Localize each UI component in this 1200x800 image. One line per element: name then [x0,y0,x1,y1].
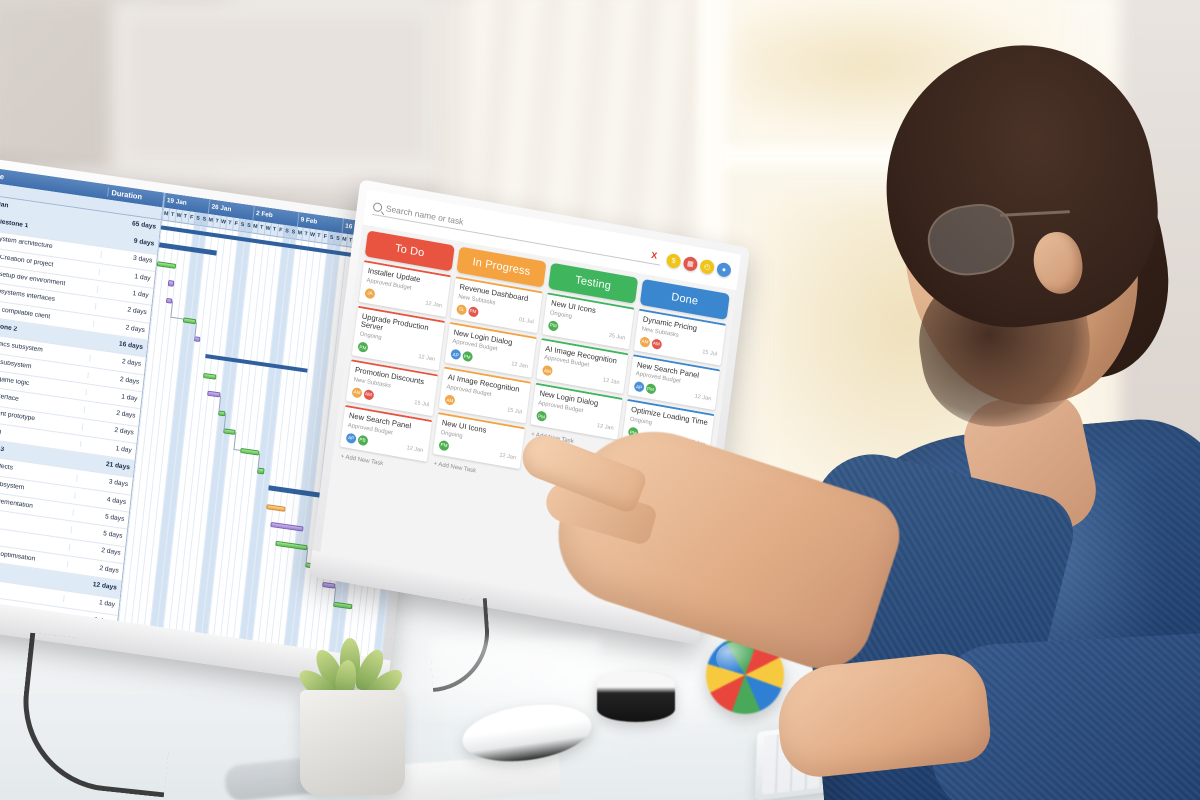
kanban-card-date: 25 Jun [608,332,626,342]
gantt-row-duration: 65 days [104,217,161,232]
avatar[interactable]: AM [639,335,651,348]
avatar[interactable]: PB [356,434,369,446]
avatar[interactable]: PM [438,439,450,452]
coin-icon[interactable]: $ [665,252,682,270]
kanban-card-date: 12 Jan [417,354,436,363]
avatar[interactable]: AM [541,365,554,377]
search-icon [372,201,383,212]
avatar[interactable]: JA [364,287,376,300]
gantt-row-duration: 21 days [77,457,135,473]
calendar-icon[interactable]: ▦ [682,255,699,273]
avatar-group: PM [547,319,559,332]
avatar[interactable]: AM [444,394,456,406]
gantt-row-duration: 2 days [68,543,125,559]
gantt-row-duration: 1 day [79,440,136,456]
kanban-card-date: 12 Jan [424,300,443,309]
avatar[interactable]: PM [357,341,369,354]
kanban-card-date: 15 Jul [701,348,718,358]
gantt-row-duration: 2 days [87,371,144,387]
kanban-card-date: 12 Jan [498,452,517,462]
gantt-row-duration: 1 day [98,268,155,284]
avatar[interactable]: AM [362,388,374,401]
kanban-card-date: 12 Jan [406,444,424,454]
avatar-group: PM [357,341,369,354]
kanban-card-date: 12 Jan [602,377,620,387]
gantt-row-duration: 5 days [72,509,129,525]
avatar-group: JA [364,287,376,300]
coffee-cup [597,672,675,722]
avatar-group: AM AM [639,335,662,350]
gantt-row-duration: 5 days [70,526,127,542]
gantt-row-duration: 1 day [62,595,120,610]
avatar-group: AP PM [633,381,657,395]
avatar[interactable]: PM [461,350,473,363]
avatar[interactable]: SL [456,303,468,316]
gantt-row-duration: 12 days [64,578,122,593]
plant-pot [300,690,405,795]
toolbar-icon-group: $ ▦ ◴ ● [660,252,732,278]
avatar-group: AM AM [351,386,374,401]
kanban-card-date: 01 Jul [518,316,534,326]
gantt-row-duration: 1 day [85,389,142,404]
kanban-card-date: 15 Jul [506,407,523,416]
gantt-row-duration: 2 days [94,303,151,318]
user-icon[interactable]: ● [716,261,732,278]
gantt-row-duration: 2 days [81,423,138,439]
avatar[interactable]: AP [450,348,462,361]
avatar-group: PM [535,410,548,423]
office-scene: Name Duration Plan65 days1Milestone 19 d… [0,0,1200,800]
kanban-card-date: 15 Jul [413,399,430,409]
avatar-group: SL PM [456,303,479,318]
kanban-card[interactable]: Upgrade Production Server Ongoing PM 12 Jan [351,305,446,371]
avatar[interactable]: PM [644,383,657,395]
avatar-group: AP PB [345,432,369,446]
gantt-row-duration: 3 days [100,251,157,267]
gantt-bar[interactable] [167,280,175,287]
gantt-row-duration: 2 days [92,320,150,335]
gantt-dependency-link [170,300,186,320]
clock-icon[interactable]: ◴ [699,258,715,275]
gantt-row-duration: 2 days [83,406,140,421]
gantt-row-duration: 4 days [74,492,131,507]
avatar[interactable]: AP [633,381,645,393]
kanban-card-date: 12 Jan [596,423,614,432]
avatar-group: AP PM [450,348,473,363]
avatar[interactable]: AP [345,432,357,444]
wall-frame [112,0,442,175]
kanban-card-date: 12 Jan [694,393,712,403]
avatar[interactable]: PM [467,305,479,318]
avatar-group: PM [438,439,450,452]
avatar-group: AM [541,365,554,377]
kanban-card-date: 12 Jan [510,361,529,371]
gantt-row-duration: 2 days [89,354,146,370]
avatar[interactable]: AM [650,337,662,350]
avatar[interactable]: PM [535,410,548,423]
gantt-row-duration: 9 days [102,234,159,249]
avatar-group: AM [444,394,456,406]
gantt-row-duration: 1 day [96,285,153,301]
gantt-row-duration: 3 days [76,475,133,490]
gantt-row-duration: 2 days [66,561,123,576]
gantt-row-duration: 16 days [91,337,148,353]
avatar[interactable]: AM [351,386,363,399]
avatar[interactable]: PM [547,319,559,332]
